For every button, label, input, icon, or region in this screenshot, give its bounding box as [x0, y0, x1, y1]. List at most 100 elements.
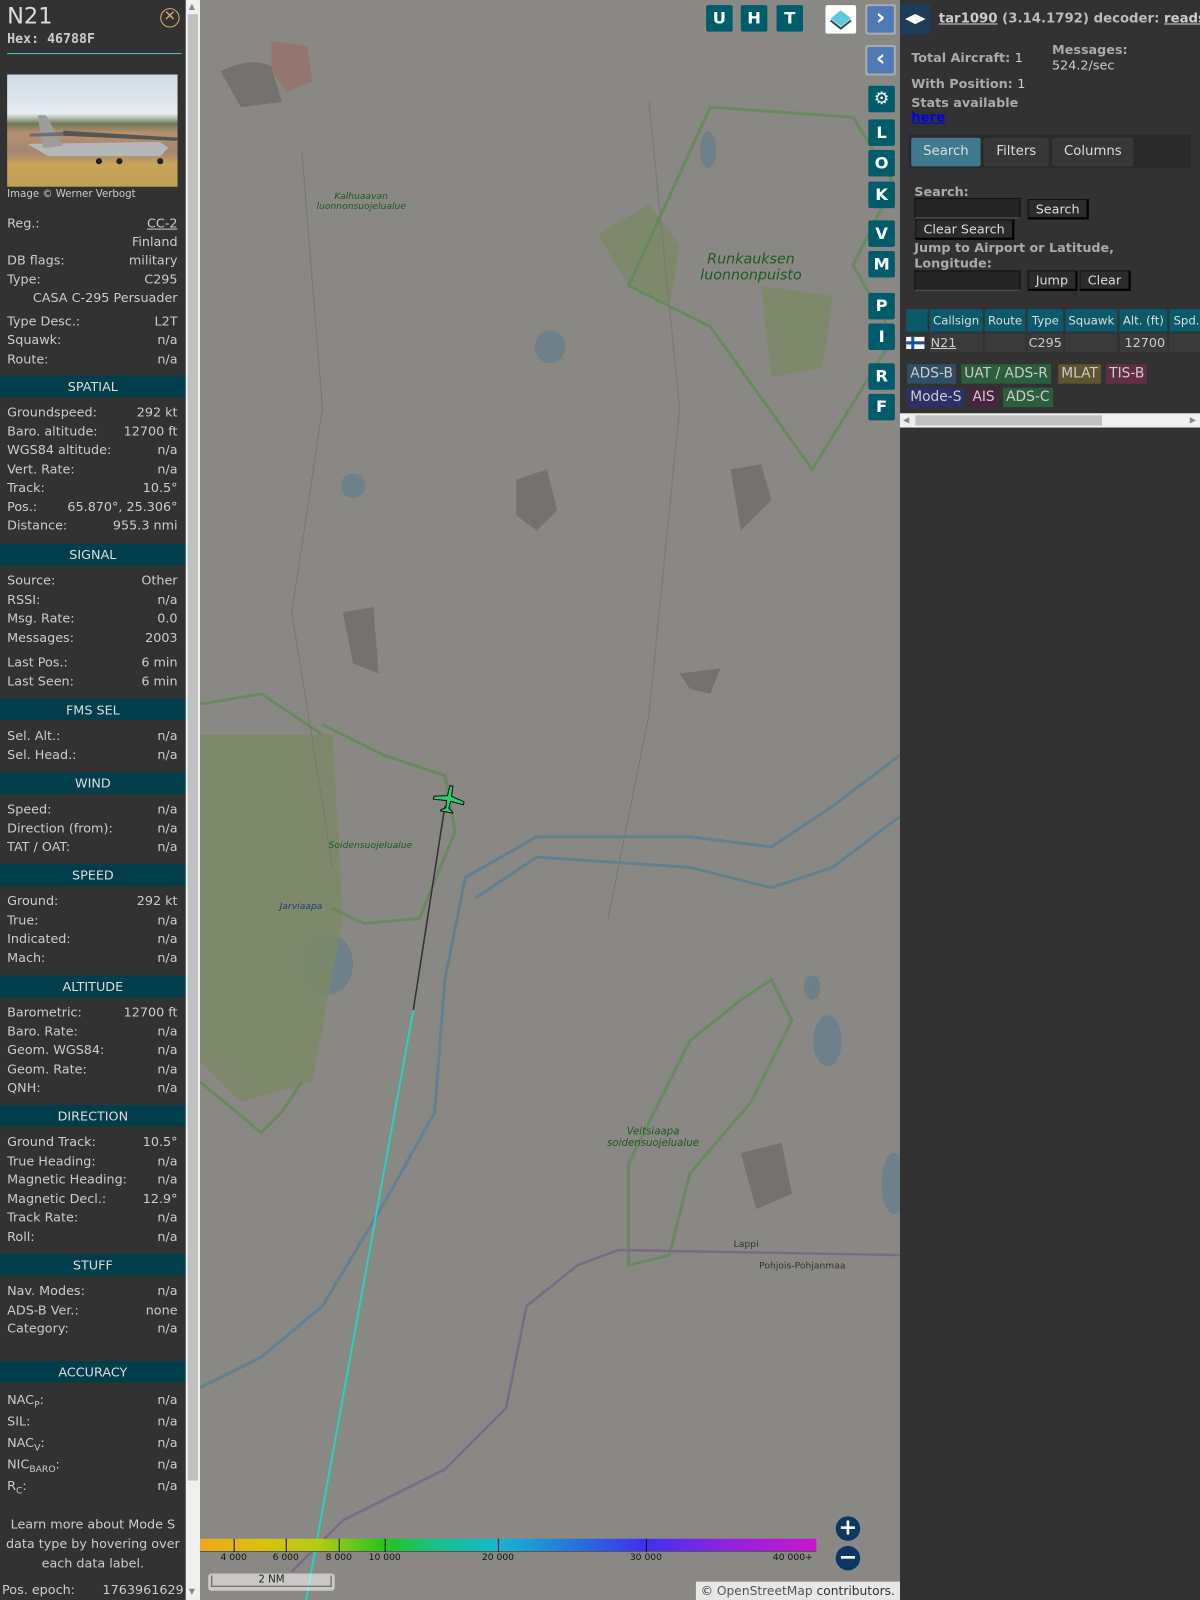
- detail-label[interactable]: Mach:: [7, 948, 45, 966]
- map-button-p[interactable]: P: [868, 292, 895, 320]
- map-button-i[interactable]: I: [868, 323, 895, 350]
- column-header-flag[interactable]: [906, 309, 928, 332]
- detail-label[interactable]: WGS84 altitude:: [7, 441, 111, 459]
- detail-label[interactable]: Direction (from):: [7, 819, 113, 837]
- app-link[interactable]: tar1090: [939, 11, 998, 26]
- expand-button[interactable]: ›: [865, 4, 896, 35]
- map-button-u[interactable]: U: [706, 5, 733, 32]
- detail-label[interactable]: Groundspeed:: [7, 403, 97, 421]
- callsign-cell[interactable]: N21: [929, 333, 983, 353]
- map-button-f[interactable]: F: [868, 393, 895, 421]
- map[interactable]: Kalhuaavan luonnonsuojelualue Runkauksen…: [199, 0, 900, 1600]
- column-header-altitude[interactable]: Alt. (ft): [1119, 309, 1168, 332]
- map-button-h[interactable]: H: [740, 5, 768, 32]
- search-button[interactable]: Search: [1027, 198, 1089, 220]
- detail-label[interactable]: QNH:: [7, 1079, 40, 1097]
- zoom-in-button[interactable]: +: [835, 1516, 861, 1541]
- registration-link[interactable]: CC-2: [147, 215, 178, 230]
- detail-label[interactable]: NACP:: [7, 1391, 44, 1415]
- layers-button[interactable]: [825, 5, 857, 34]
- map-button-l[interactable]: L: [868, 119, 895, 146]
- source-badge-ais[interactable]: AIS: [969, 387, 998, 408]
- detail-label[interactable]: TAT / OAT:: [7, 838, 70, 856]
- detail-label[interactable]: Category:: [7, 1319, 69, 1337]
- zoom-out-button[interactable]: −: [835, 1546, 861, 1571]
- detail-label[interactable]: Indicated:: [7, 930, 71, 948]
- detail-label[interactable]: Baro. altitude:: [7, 422, 97, 440]
- source-badge-tis-b[interactable]: TIS-B: [1106, 364, 1148, 384]
- detail-label[interactable]: Ground Track:: [7, 1133, 96, 1151]
- detail-label[interactable]: Distance:: [7, 516, 67, 534]
- detail-label[interactable]: Vert. Rate:: [7, 460, 74, 478]
- source-badge-ads-b[interactable]: ADS-B: [907, 364, 956, 384]
- details-scrollbar[interactable]: ▲ ▼: [185, 0, 200, 1600]
- tab-filters[interactable]: Filters: [983, 137, 1049, 167]
- detail-label[interactable]: Magnetic Decl.:: [7, 1189, 106, 1207]
- detail-label[interactable]: True Heading:: [7, 1152, 96, 1170]
- map-button-t[interactable]: T: [776, 5, 804, 32]
- detail-label[interactable]: NACV:: [7, 1434, 45, 1458]
- decoder-link[interactable]: readsb: [1164, 11, 1200, 26]
- detail-label[interactable]: ADS-B Ver.:: [7, 1300, 79, 1318]
- table-scrollbar[interactable]: ◀ ▶: [899, 413, 1200, 428]
- detail-label[interactable]: Magnetic Heading:: [7, 1170, 127, 1188]
- tab-search[interactable]: Search: [911, 137, 981, 167]
- map-button-v[interactable]: V: [868, 220, 895, 247]
- detail-label[interactable]: Geom. WGS84:: [7, 1041, 104, 1059]
- detail-label[interactable]: Last Seen:: [7, 672, 74, 690]
- jump-input[interactable]: [914, 270, 1021, 291]
- detail-label[interactable]: Pos.:: [7, 497, 37, 515]
- column-header-squawk[interactable]: Squawk: [1065, 309, 1118, 332]
- jump-button[interactable]: Jump: [1027, 270, 1078, 291]
- map-button-r[interactable]: R: [868, 363, 895, 390]
- detail-label[interactable]: NICBARO:: [7, 1455, 60, 1479]
- detail-label[interactable]: RC:: [7, 1477, 27, 1501]
- source-badge-uat-ads-r[interactable]: UAT / ADS-R: [961, 364, 1051, 384]
- osm-link[interactable]: OpenStreetMap: [717, 1584, 813, 1598]
- settings-button[interactable]: ⚙: [868, 85, 895, 113]
- detail-label[interactable]: Msg. Rate:: [7, 609, 74, 627]
- detail-label[interactable]: Last Pos.:: [7, 653, 68, 671]
- detail-label[interactable]: Nav. Modes:: [7, 1282, 85, 1300]
- scrollbar-thumb[interactable]: [187, 14, 198, 1481]
- scroll-left-icon[interactable]: ◀: [903, 415, 909, 424]
- collapse-button[interactable]: ‹: [865, 44, 896, 76]
- scroll-up-icon[interactable]: ▲: [189, 2, 195, 11]
- clear-button[interactable]: Clear: [1079, 270, 1131, 291]
- detail-label[interactable]: Source:: [7, 571, 55, 589]
- detail-label[interactable]: Roll:: [7, 1227, 34, 1245]
- detail-label[interactable]: Messages:: [7, 628, 74, 646]
- detail-label[interactable]: Sel. Alt.:: [7, 727, 60, 745]
- detail-label[interactable]: Speed:: [7, 800, 51, 818]
- clear-search-button[interactable]: Clear Search: [915, 219, 1014, 240]
- aircraft-marker[interactable]: [432, 783, 467, 815]
- detail-label[interactable]: SIL:: [7, 1412, 30, 1430]
- map-button-k[interactable]: K: [868, 181, 895, 209]
- scroll-down-icon[interactable]: ▼: [189, 1587, 195, 1596]
- column-header-callsign[interactable]: Callsign: [929, 309, 983, 332]
- detail-label[interactable]: Ground:: [7, 892, 58, 910]
- detail-label[interactable]: Baro. Rate:: [7, 1022, 78, 1040]
- tab-columns[interactable]: Columns: [1052, 137, 1134, 167]
- search-input[interactable]: [914, 197, 1021, 219]
- scroll-right-icon[interactable]: ▶: [1190, 415, 1196, 424]
- source-badge-mlat[interactable]: MLAT: [1058, 364, 1101, 384]
- detail-label[interactable]: Barometric:: [7, 1003, 82, 1021]
- column-header-route[interactable]: Route: [984, 309, 1026, 332]
- source-badge-mode-s[interactable]: Mode-S: [907, 387, 965, 408]
- aircraft-photo[interactable]: [7, 74, 181, 187]
- detail-label[interactable]: Track:: [7, 479, 45, 497]
- detail-label[interactable]: Sel. Head.:: [7, 745, 76, 763]
- map-button-m[interactable]: M: [868, 251, 895, 278]
- stats-link[interactable]: here: [911, 110, 945, 125]
- scrollbar-thumb[interactable]: [915, 415, 1103, 426]
- sidebar-toggle-button[interactable]: ◀▶: [899, 4, 931, 35]
- close-icon[interactable]: ✕: [160, 8, 180, 28]
- detail-value[interactable]: CC-2: [147, 214, 178, 232]
- column-header-type[interactable]: Type: [1027, 309, 1064, 332]
- detail-label[interactable]: RSSI:: [7, 590, 40, 608]
- map-button-o[interactable]: O: [868, 149, 895, 177]
- source-badge-ads-c[interactable]: ADS-C: [1003, 387, 1053, 408]
- detail-label[interactable]: Geom. Rate:: [7, 1060, 87, 1078]
- column-header-speed[interactable]: Spd.: [1169, 309, 1200, 332]
